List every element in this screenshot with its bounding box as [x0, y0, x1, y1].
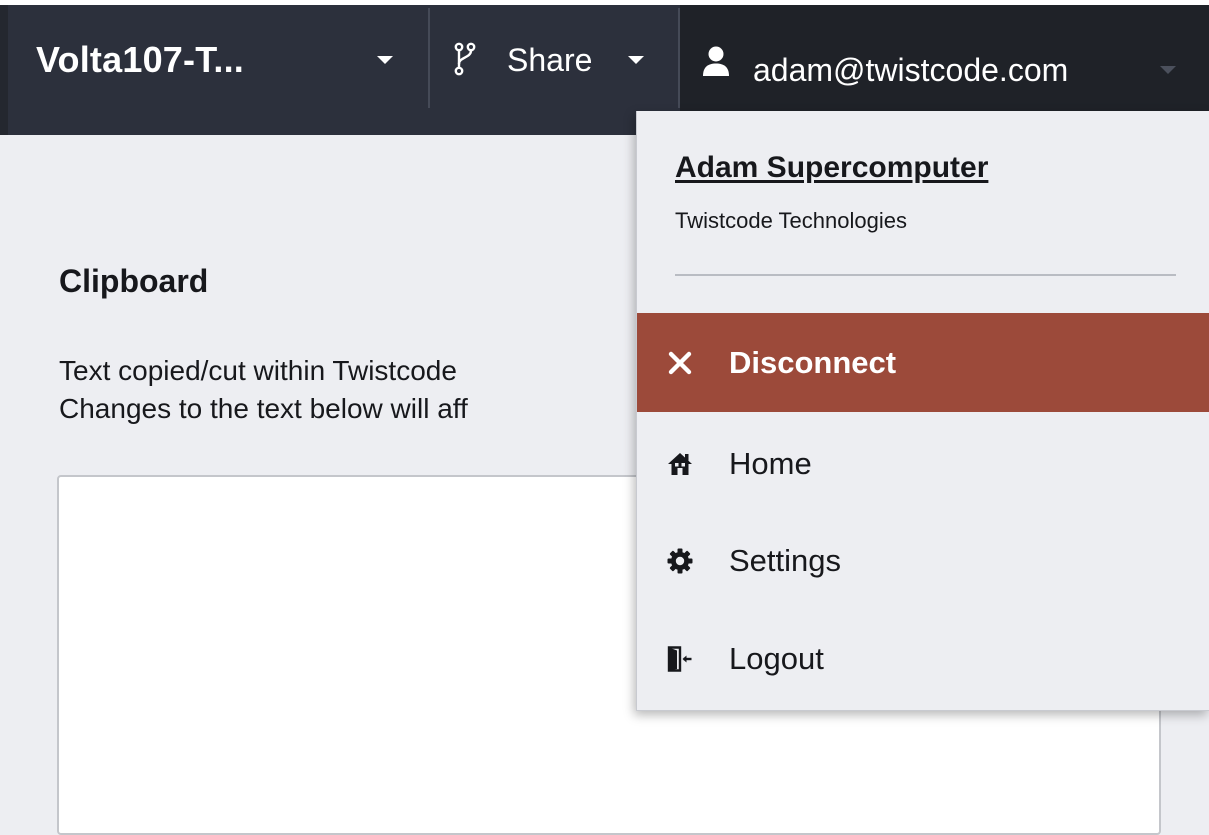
home-icon — [668, 452, 692, 475]
gear-icon — [667, 548, 693, 573]
menu-divider — [675, 274, 1176, 276]
clipboard-description-line: Changes to the text below will aff — [59, 393, 468, 424]
share-icon — [454, 42, 476, 76]
clipboard-title: Clipboard — [59, 263, 209, 299]
close-icon — [668, 351, 692, 374]
disconnect-menu-item[interactable]: Disconnect — [637, 313, 1209, 412]
connection-menu-button[interactable]: Volta107-T... — [8, 5, 428, 115]
chevron-down-icon — [377, 56, 393, 64]
connection-name: Volta107-T... — [36, 39, 245, 80]
user-email: adam@twistcode.com — [753, 51, 1069, 88]
logout-icon — [667, 645, 692, 672]
share-label: Share — [507, 41, 593, 78]
settings-label: Settings — [729, 542, 842, 578]
chevron-down-icon — [1160, 66, 1176, 74]
home-menu-item[interactable]: Home — [637, 414, 1209, 513]
clipboard-description-line: Text copied/cut within Twistcode — [59, 355, 457, 386]
menu-user-name[interactable]: Adam Supercomputer — [675, 151, 988, 185]
user-icon — [703, 46, 729, 76]
disconnect-label: Disconnect — [729, 344, 897, 380]
logout-label: Logout — [729, 640, 824, 676]
user-dropdown-menu: Adam Supercomputer Twistcode Technologie… — [636, 111, 1209, 711]
logout-menu-item[interactable]: Logout — [637, 609, 1209, 708]
share-menu-button[interactable]: Share — [430, 5, 678, 115]
menu-organization: Twistcode Technologies — [675, 208, 907, 233]
home-label: Home — [729, 445, 812, 481]
clipboard-description: Text copied/cut within Twistcode Changes… — [59, 352, 639, 428]
settings-menu-item[interactable]: Settings — [637, 511, 1209, 610]
chevron-down-icon — [628, 56, 644, 64]
top-bar-edge — [0, 5, 8, 135]
